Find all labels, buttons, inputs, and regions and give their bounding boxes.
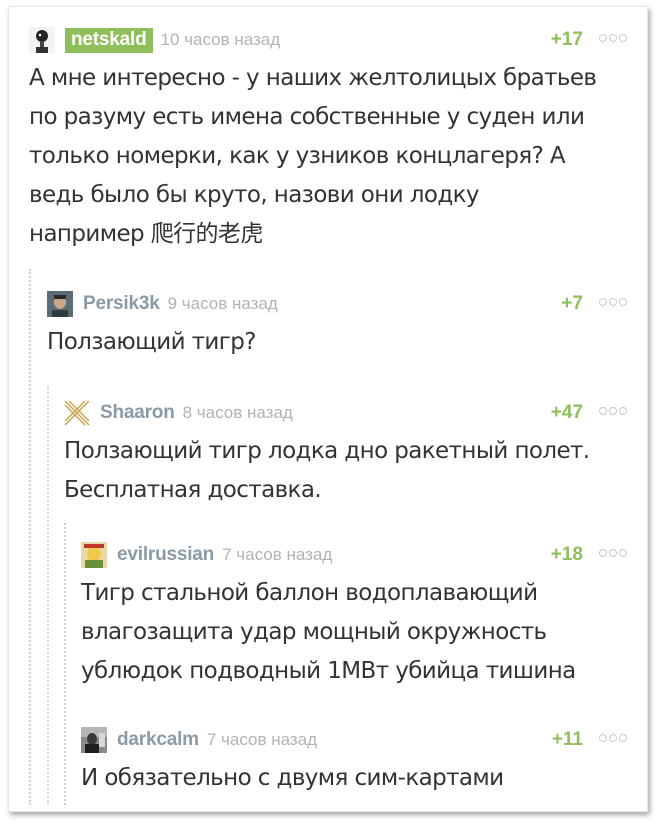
thread-line-1[interactable] bbox=[29, 269, 31, 805]
rating: +7 bbox=[561, 293, 583, 314]
username[interactable]: darkcalm bbox=[117, 729, 199, 751]
more-options-icon[interactable] bbox=[599, 407, 627, 415]
comment-netskald: netskald 10 часов назад +17 А мне интере… bbox=[29, 25, 627, 254]
comment-text: А мне интересно - у наших желтолицых бра… bbox=[29, 65, 597, 247]
comment-header: Persik3k 9 часов назад +7 bbox=[47, 289, 627, 319]
avatar[interactable] bbox=[29, 27, 55, 53]
rating: +18 bbox=[550, 544, 583, 565]
thread-line-3[interactable] bbox=[64, 523, 66, 805]
comment-text: И обязательно с двумя сим-картами bbox=[81, 765, 504, 791]
timestamp[interactable]: 8 часов назад bbox=[183, 403, 293, 423]
comment-header: darkcalm 7 часов назад +11 bbox=[81, 725, 627, 755]
avatar[interactable] bbox=[81, 727, 107, 753]
avatar[interactable] bbox=[64, 400, 90, 426]
comment-text: Ползающий тигр? bbox=[47, 329, 256, 355]
username[interactable]: evilrussian bbox=[117, 544, 214, 566]
comment-persik3k: Persik3k 9 часов назад +7 Ползающий тигр… bbox=[47, 289, 627, 362]
comment-header: Shaaron 8 часов назад +47 bbox=[64, 398, 627, 428]
username[interactable]: Shaaron bbox=[100, 402, 175, 424]
username[interactable]: Persik3k bbox=[83, 293, 160, 315]
timestamp[interactable]: 9 часов назад bbox=[168, 294, 278, 314]
more-options-icon[interactable] bbox=[599, 734, 627, 742]
more-options-icon[interactable] bbox=[599, 549, 627, 557]
rating: +47 bbox=[550, 402, 583, 423]
comment-darkcalm: darkcalm 7 часов назад +11 И обязательно… bbox=[81, 725, 627, 798]
comments-frame: netskald 10 часов назад +17 А мне интере… bbox=[8, 6, 648, 812]
more-options-icon[interactable] bbox=[599, 298, 627, 306]
more-options-icon[interactable] bbox=[599, 34, 627, 42]
timestamp[interactable]: 7 часов назад bbox=[222, 545, 332, 565]
avatar[interactable] bbox=[81, 542, 107, 568]
comment-header: netskald 10 часов назад +17 bbox=[29, 25, 627, 55]
comment-evilrussian: evilrussian 7 часов назад +18 Тигр сталь… bbox=[81, 540, 627, 691]
comment-text: Тигр стальной баллон водоплавающий влаго… bbox=[81, 580, 576, 684]
comment-shaaron: Shaaron 8 часов назад +47 Ползающий тигр… bbox=[64, 398, 627, 510]
comment-header: evilrussian 7 часов назад +18 bbox=[81, 540, 627, 570]
thread-line-2[interactable] bbox=[47, 385, 49, 805]
timestamp[interactable]: 10 часов назад bbox=[161, 30, 281, 50]
comment-text: Ползающий тигр лодка дно ракетный полет.… bbox=[64, 438, 590, 503]
rating: +17 bbox=[550, 29, 583, 50]
timestamp[interactable]: 7 часов назад bbox=[207, 730, 317, 750]
avatar[interactable] bbox=[47, 291, 73, 317]
rating: +11 bbox=[551, 729, 583, 750]
username[interactable]: netskald bbox=[65, 27, 153, 53]
